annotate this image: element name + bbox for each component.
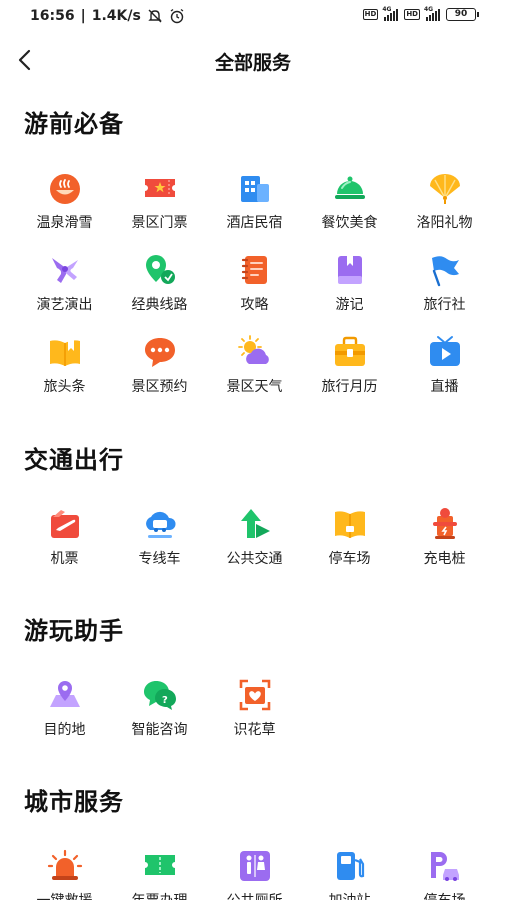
hd-badge-1: HD <box>362 9 379 20</box>
ticket-icon <box>144 179 175 197</box>
service-grid-play-assistant: 目的地 ? 智能咨询 识花草 <box>17 669 492 751</box>
flower-scan-icon <box>239 679 270 711</box>
service-grid-city-services: 一键救援 年票办理 公共厕所 加油站 停车场 <box>17 840 492 900</box>
section-title-city-services: 城市服务 <box>24 788 124 816</box>
service-charging-pile[interactable]: 充电桩 <box>397 498 492 580</box>
live-tv-icon <box>429 336 460 366</box>
service-guide[interactable]: 攻略 <box>207 244 302 326</box>
hotel-icon <box>240 176 269 202</box>
fan-gift-icon <box>429 174 460 204</box>
destination-icon <box>49 681 80 707</box>
service-smart-consult[interactable]: ? 智能咨询 <box>112 669 207 751</box>
chat-bubble-icon <box>144 338 175 367</box>
svg-text:?: ? <box>162 695 168 706</box>
service-city-parking[interactable]: 停车场 <box>397 840 492 900</box>
service-travel-agency[interactable]: 旅行社 <box>397 244 492 326</box>
battery-indicator: 90 <box>446 8 479 21</box>
service-dining[interactable]: 餐饮美食 <box>302 162 397 244</box>
alarm-clock-icon <box>170 8 184 24</box>
suitcase-icon <box>334 336 365 366</box>
service-scenic-reservation[interactable]: 景区预约 <box>112 326 207 408</box>
service-performance[interactable]: 演艺演出 <box>17 244 112 326</box>
plane-ticket-icon <box>50 510 79 538</box>
service-luoyang-gift[interactable]: 洛阳礼物 <box>397 162 492 244</box>
service-hotel[interactable]: 酒店民宿 <box>207 162 302 244</box>
smart-consult-icon: ? <box>143 681 176 710</box>
annual-ticket-icon <box>144 855 175 875</box>
performance-icon <box>51 258 78 283</box>
section-title-transport: 交通出行 <box>24 446 124 474</box>
service-parking-lot[interactable]: 停车场 <box>302 498 397 580</box>
status-network-speed: 1.4K/s <box>91 8 141 24</box>
service-gas-station[interactable]: 加油站 <box>302 840 397 900</box>
status-left: 16:56 | 1.4K/s <box>30 8 185 24</box>
gas-station-icon <box>336 852 364 880</box>
route-icon <box>145 255 175 284</box>
service-travel-calendar[interactable]: 旅行月历 <box>302 326 397 408</box>
service-rescue[interactable]: 一键救援 <box>17 840 112 900</box>
service-scenic-ticket[interactable]: 景区门票 <box>112 162 207 244</box>
food-cloche-icon <box>334 176 365 199</box>
service-grid-transport: 机票 专线车 公共交通 停车场 充电桩 <box>17 498 492 580</box>
service-plant-recognition[interactable]: 识花草 <box>207 669 302 751</box>
status-right: HD 4G HD 4G 90 <box>362 6 479 21</box>
status-bar: 16:56 | 1.4K/s HD 4G HD 4G 90 <box>0 0 506 34</box>
service-plane-ticket[interactable]: 机票 <box>17 498 112 580</box>
service-travel-headline[interactable]: 旅头条 <box>17 326 112 408</box>
service-travel-note[interactable]: 游记 <box>302 244 397 326</box>
service-scenic-weather[interactable]: 景区天气 <box>207 326 302 408</box>
hd-badge-2: HD <box>404 9 420 20</box>
bus-cloud-icon <box>145 511 176 538</box>
signal-icon-2: 4G <box>424 6 440 21</box>
page-title: 全部服务 <box>214 52 291 74</box>
restroom-icon <box>239 851 270 881</box>
signal-icon-1: 4G <box>382 6 399 21</box>
service-public-toilet[interactable]: 公共厕所 <box>207 840 302 900</box>
parking-book-icon <box>334 511 365 538</box>
service-hot-spring[interactable]: 温泉滑雪 <box>17 162 112 244</box>
status-time: 16:56 <box>30 8 75 24</box>
mute-icon <box>148 9 162 23</box>
service-destination[interactable]: 目的地 <box>17 669 112 751</box>
flag-icon <box>431 256 459 287</box>
service-public-transit[interactable]: 公共交通 <box>207 498 302 580</box>
service-shuttle-bus[interactable]: 专线车 <box>112 498 207 580</box>
travel-note-icon <box>337 256 362 284</box>
guide-book-icon <box>241 256 267 284</box>
service-annual-ticket[interactable]: 年票办理 <box>112 840 207 900</box>
section-title-before-trip: 游前必备 <box>24 110 124 138</box>
weather-icon <box>237 335 269 364</box>
service-classic-route[interactable]: 经典线路 <box>112 244 207 326</box>
service-grid-before-trip: 温泉滑雪 景区门票 酒店民宿 餐饮美食 洛阳礼物 演艺演出 经典线路 攻略 游记… <box>17 162 492 408</box>
transit-arrow-icon <box>240 509 270 538</box>
section-title-play-assistant: 游玩助手 <box>24 617 124 645</box>
alarm-icon <box>47 849 82 880</box>
parking-car-icon <box>430 852 459 881</box>
hot-spring-icon <box>49 174 80 204</box>
headline-book-icon <box>49 340 80 366</box>
page-header: 全部服务 <box>0 40 506 82</box>
service-live[interactable]: 直播 <box>397 326 492 408</box>
charging-pile-icon <box>432 508 457 539</box>
